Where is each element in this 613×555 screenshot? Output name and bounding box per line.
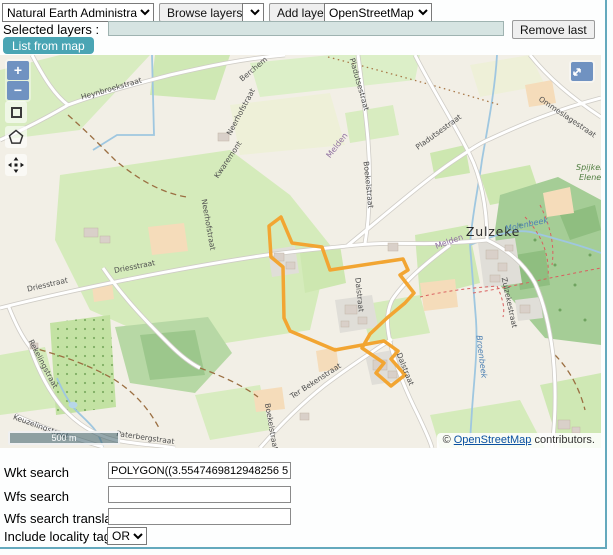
- list-from-map-button[interactable]: List from map: [3, 37, 94, 54]
- openstreetmap-link[interactable]: OpenStreetMap: [454, 434, 532, 446]
- attribution-suffix: contributors.: [531, 434, 595, 446]
- map-canvas[interactable]: Zulzeke Molenbeek Broenbeek Melden Melde…: [0, 55, 601, 448]
- scale-bar: 500 m: [8, 431, 120, 445]
- map-tiles: Zulzeke Molenbeek Broenbeek Melden Melde…: [0, 55, 601, 448]
- browse-layers-button[interactable]: Browse layers: [159, 3, 250, 22]
- fullscreen-control: [569, 60, 595, 83]
- app-frame: Natural Earth Administrative Browse laye…: [0, 0, 607, 549]
- fullscreen-icon: [571, 66, 583, 78]
- map-label: Spijkere: [576, 163, 601, 172]
- locality-tags-select[interactable]: OR: [107, 527, 147, 545]
- attribution-prefix: ©: [443, 434, 454, 446]
- draw-polygon-button[interactable]: [5, 126, 27, 148]
- basemap-select[interactable]: OpenStreetMap: [324, 3, 432, 22]
- layer-mini-select[interactable]: [242, 3, 264, 22]
- zoom-control: + −: [5, 59, 31, 102]
- move-crosshair-icon: [8, 157, 24, 173]
- wfs-search-input[interactable]: [108, 486, 291, 503]
- map-label: Elenen: [579, 173, 601, 182]
- wkt-search-label: Wkt search: [4, 465, 69, 480]
- wkt-search-input[interactable]: [108, 462, 291, 479]
- zoom-in-button[interactable]: +: [7, 61, 29, 80]
- wfs-search-translated-input[interactable]: [108, 508, 291, 525]
- attribution: © OpenStreetMap contributors.: [437, 433, 601, 448]
- application-window: Natural Earth Administrative Browse laye…: [0, 0, 613, 555]
- wfs-search-label: Wfs search: [4, 489, 69, 504]
- selected-layers-input[interactable]: [108, 21, 504, 36]
- selected-layers-label: Selected layers :: [3, 22, 99, 37]
- draw-box-button[interactable]: [5, 101, 27, 123]
- pond: [69, 402, 78, 408]
- square-icon: [11, 107, 22, 118]
- fullscreen-button[interactable]: [571, 62, 593, 81]
- layer-source-select[interactable]: Natural Earth Administrative: [2, 3, 154, 22]
- move-feature-button[interactable]: [5, 154, 27, 176]
- remove-last-button[interactable]: Remove last: [512, 20, 595, 39]
- pentagon-icon: [7, 128, 25, 146]
- zoom-out-button[interactable]: −: [7, 81, 29, 100]
